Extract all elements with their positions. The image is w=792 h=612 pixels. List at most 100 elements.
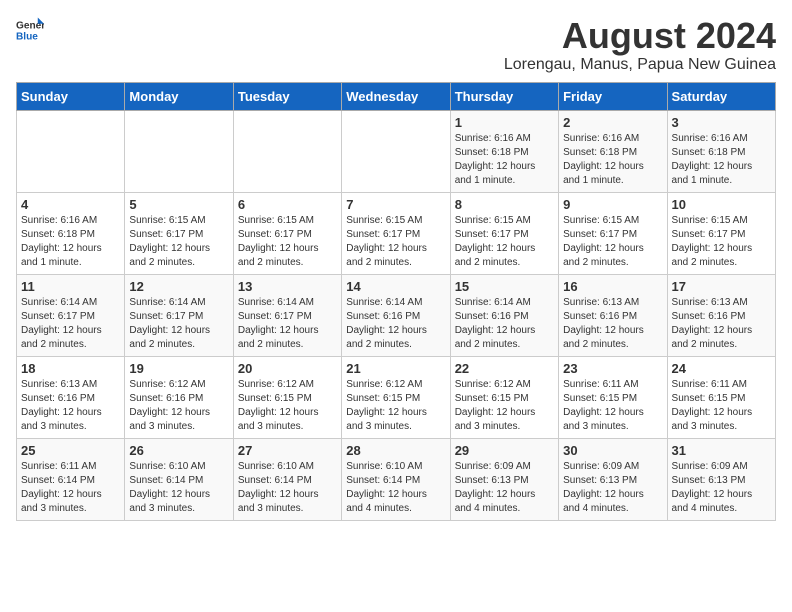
day-cell: 31Sunrise: 6:09 AM Sunset: 6:13 PM Dayli…: [667, 438, 775, 520]
header: General Blue August 2024 Lorengau, Manus…: [16, 16, 776, 74]
logo: General Blue: [16, 16, 44, 44]
day-cell: 20 Sunrise: 6:12 AM Sunset: 6:15 PM Dayli…: [233, 356, 341, 438]
day-cell: 2Sunrise: 6:16 AM Sunset: 6:18 PM Daylig…: [559, 110, 667, 192]
day-info: Sunrise: 6:16 AM Sunset: 6:18 PM Dayligh…: [563, 132, 662, 188]
day-cell: 8 Sunrise: 6:15 AM Sunset: 6:17 PM Daylig…: [450, 192, 558, 274]
calendar-table: SundayMondayTuesdayWednesdayThursdayFrid…: [16, 82, 776, 521]
day-cell: 6 Sunrise: 6:15 AM Sunset: 6:17 PM Daylig…: [233, 192, 341, 274]
day-info: Sunrise: 6:15 AM Sunset: 6:17 PM Dayligh…: [672, 214, 771, 270]
title-area: August 2024 Lorengau, Manus, Papua New G…: [504, 16, 776, 74]
day-cell: 16 Sunrise: 6:13 AM Sunset: 6:16 PM Dayli…: [559, 274, 667, 356]
day-cell: 22Sunrise: 6:12 AM Sunset: 6:15 PM Dayli…: [450, 356, 558, 438]
day-number: 19: [129, 361, 228, 376]
day-cell: 5 Sunrise: 6:15 AM Sunset: 6:17 PM Daylig…: [125, 192, 233, 274]
day-cell: 17 Sunrise: 6:13 AM Sunset: 6:16 PM Dayli…: [667, 274, 775, 356]
day-info: Sunrise: 6:12 AM Sunset: 6:16 PM Dayligh…: [129, 378, 228, 434]
day-info: Sunrise: 6:16 AM Sunset: 6:18 PM Dayligh…: [672, 132, 771, 188]
day-number: 7: [346, 197, 445, 212]
day-number: 17: [672, 279, 771, 294]
day-info: Sunrise: 6:14 AM Sunset: 6:16 PM Dayligh…: [455, 296, 554, 352]
day-info: Sunrise: 6:12 AM Sunset: 6:15 PM Dayligh…: [346, 378, 445, 434]
day-number: 14: [346, 279, 445, 294]
day-info: Sunrise: 6:15 AM Sunset: 6:17 PM Dayligh…: [455, 214, 554, 270]
day-cell: 15Sunrise: 6:14 AM Sunset: 6:16 PM Dayli…: [450, 274, 558, 356]
day-number: 11: [21, 279, 120, 294]
day-info: Sunrise: 6:09 AM Sunset: 6:13 PM Dayligh…: [563, 460, 662, 516]
day-info: Sunrise: 6:09 AM Sunset: 6:13 PM Dayligh…: [455, 460, 554, 516]
day-cell: 29 Sunrise: 6:09 AM Sunset: 6:13 PM Dayli…: [450, 438, 558, 520]
day-info: Sunrise: 6:13 AM Sunset: 6:16 PM Dayligh…: [672, 296, 771, 352]
day-cell: 24 Sunrise: 6:11 AM Sunset: 6:15 PM Dayli…: [667, 356, 775, 438]
day-number: 6: [238, 197, 337, 212]
day-cell: 9Sunrise: 6:15 AM Sunset: 6:17 PM Daylig…: [559, 192, 667, 274]
day-info: Sunrise: 6:15 AM Sunset: 6:17 PM Dayligh…: [346, 214, 445, 270]
day-cell: [125, 110, 233, 192]
day-cell: 4 Sunrise: 6:16 AM Sunset: 6:18 PM Daylig…: [17, 192, 125, 274]
day-info: Sunrise: 6:10 AM Sunset: 6:14 PM Dayligh…: [346, 460, 445, 516]
day-number: 4: [21, 197, 120, 212]
day-cell: 21 Sunrise: 6:12 AM Sunset: 6:15 PM Dayli…: [342, 356, 450, 438]
day-info: Sunrise: 6:16 AM Sunset: 6:18 PM Dayligh…: [455, 132, 554, 188]
day-cell: [342, 110, 450, 192]
day-info: Sunrise: 6:14 AM Sunset: 6:17 PM Dayligh…: [21, 296, 120, 352]
col-header-sunday: Sunday: [17, 82, 125, 110]
week-row-3: 11 Sunrise: 6:14 AM Sunset: 6:17 PM Dayli…: [17, 274, 776, 356]
day-info: Sunrise: 6:09 AM Sunset: 6:13 PM Dayligh…: [672, 460, 771, 516]
day-number: 29: [455, 443, 554, 458]
day-info: Sunrise: 6:12 AM Sunset: 6:15 PM Dayligh…: [455, 378, 554, 434]
day-cell: [233, 110, 341, 192]
col-header-friday: Friday: [559, 82, 667, 110]
day-info: Sunrise: 6:16 AM Sunset: 6:18 PM Dayligh…: [21, 214, 120, 270]
day-cell: 25 Sunrise: 6:11 AM Sunset: 6:14 PM Dayli…: [17, 438, 125, 520]
day-number: 25: [21, 443, 120, 458]
day-info: Sunrise: 6:14 AM Sunset: 6:17 PM Dayligh…: [129, 296, 228, 352]
day-number: 5: [129, 197, 228, 212]
day-cell: 13Sunrise: 6:14 AM Sunset: 6:17 PM Dayli…: [233, 274, 341, 356]
day-info: Sunrise: 6:12 AM Sunset: 6:15 PM Dayligh…: [238, 378, 337, 434]
day-number: 3: [672, 115, 771, 130]
day-info: Sunrise: 6:15 AM Sunset: 6:17 PM Dayligh…: [238, 214, 337, 270]
day-cell: 26Sunrise: 6:10 AM Sunset: 6:14 PM Dayli…: [125, 438, 233, 520]
col-header-saturday: Saturday: [667, 82, 775, 110]
day-cell: 27Sunrise: 6:10 AM Sunset: 6:14 PM Dayli…: [233, 438, 341, 520]
day-info: Sunrise: 6:11 AM Sunset: 6:15 PM Dayligh…: [672, 378, 771, 434]
day-number: 12: [129, 279, 228, 294]
day-info: Sunrise: 6:11 AM Sunset: 6:14 PM Dayligh…: [21, 460, 120, 516]
day-info: Sunrise: 6:11 AM Sunset: 6:15 PM Dayligh…: [563, 378, 662, 434]
day-info: Sunrise: 6:14 AM Sunset: 6:16 PM Dayligh…: [346, 296, 445, 352]
week-row-1: 1Sunrise: 6:16 AM Sunset: 6:18 PM Daylig…: [17, 110, 776, 192]
day-number: 10: [672, 197, 771, 212]
day-number: 21: [346, 361, 445, 376]
day-number: 13: [238, 279, 337, 294]
day-cell: 11 Sunrise: 6:14 AM Sunset: 6:17 PM Dayli…: [17, 274, 125, 356]
day-number: 30: [563, 443, 662, 458]
day-number: 18: [21, 361, 120, 376]
col-header-thursday: Thursday: [450, 82, 558, 110]
day-cell: 28Sunrise: 6:10 AM Sunset: 6:14 PM Dayli…: [342, 438, 450, 520]
day-cell: 1Sunrise: 6:16 AM Sunset: 6:18 PM Daylig…: [450, 110, 558, 192]
svg-text:Blue: Blue: [16, 31, 38, 42]
day-cell: 30 Sunrise: 6:09 AM Sunset: 6:13 PM Dayli…: [559, 438, 667, 520]
day-cell: 19 Sunrise: 6:12 AM Sunset: 6:16 PM Dayli…: [125, 356, 233, 438]
day-number: 20: [238, 361, 337, 376]
day-info: Sunrise: 6:15 AM Sunset: 6:17 PM Dayligh…: [129, 214, 228, 270]
col-header-tuesday: Tuesday: [233, 82, 341, 110]
day-cell: 3 Sunrise: 6:16 AM Sunset: 6:18 PM Daylig…: [667, 110, 775, 192]
subtitle: Lorengau, Manus, Papua New Guinea: [504, 56, 776, 74]
day-number: 9: [563, 197, 662, 212]
day-cell: [17, 110, 125, 192]
day-info: Sunrise: 6:13 AM Sunset: 6:16 PM Dayligh…: [563, 296, 662, 352]
day-number: 24: [672, 361, 771, 376]
day-cell: 7 Sunrise: 6:15 AM Sunset: 6:17 PM Daylig…: [342, 192, 450, 274]
week-row-5: 25 Sunrise: 6:11 AM Sunset: 6:14 PM Dayli…: [17, 438, 776, 520]
week-row-2: 4 Sunrise: 6:16 AM Sunset: 6:18 PM Daylig…: [17, 192, 776, 274]
day-cell: 14 Sunrise: 6:14 AM Sunset: 6:16 PM Dayli…: [342, 274, 450, 356]
day-cell: 18Sunrise: 6:13 AM Sunset: 6:16 PM Dayli…: [17, 356, 125, 438]
day-number: 27: [238, 443, 337, 458]
day-cell: 23Sunrise: 6:11 AM Sunset: 6:15 PM Dayli…: [559, 356, 667, 438]
col-header-monday: Monday: [125, 82, 233, 110]
logo-icon: General Blue: [16, 16, 44, 44]
day-number: 16: [563, 279, 662, 294]
main-title: August 2024: [504, 16, 776, 56]
day-number: 8: [455, 197, 554, 212]
